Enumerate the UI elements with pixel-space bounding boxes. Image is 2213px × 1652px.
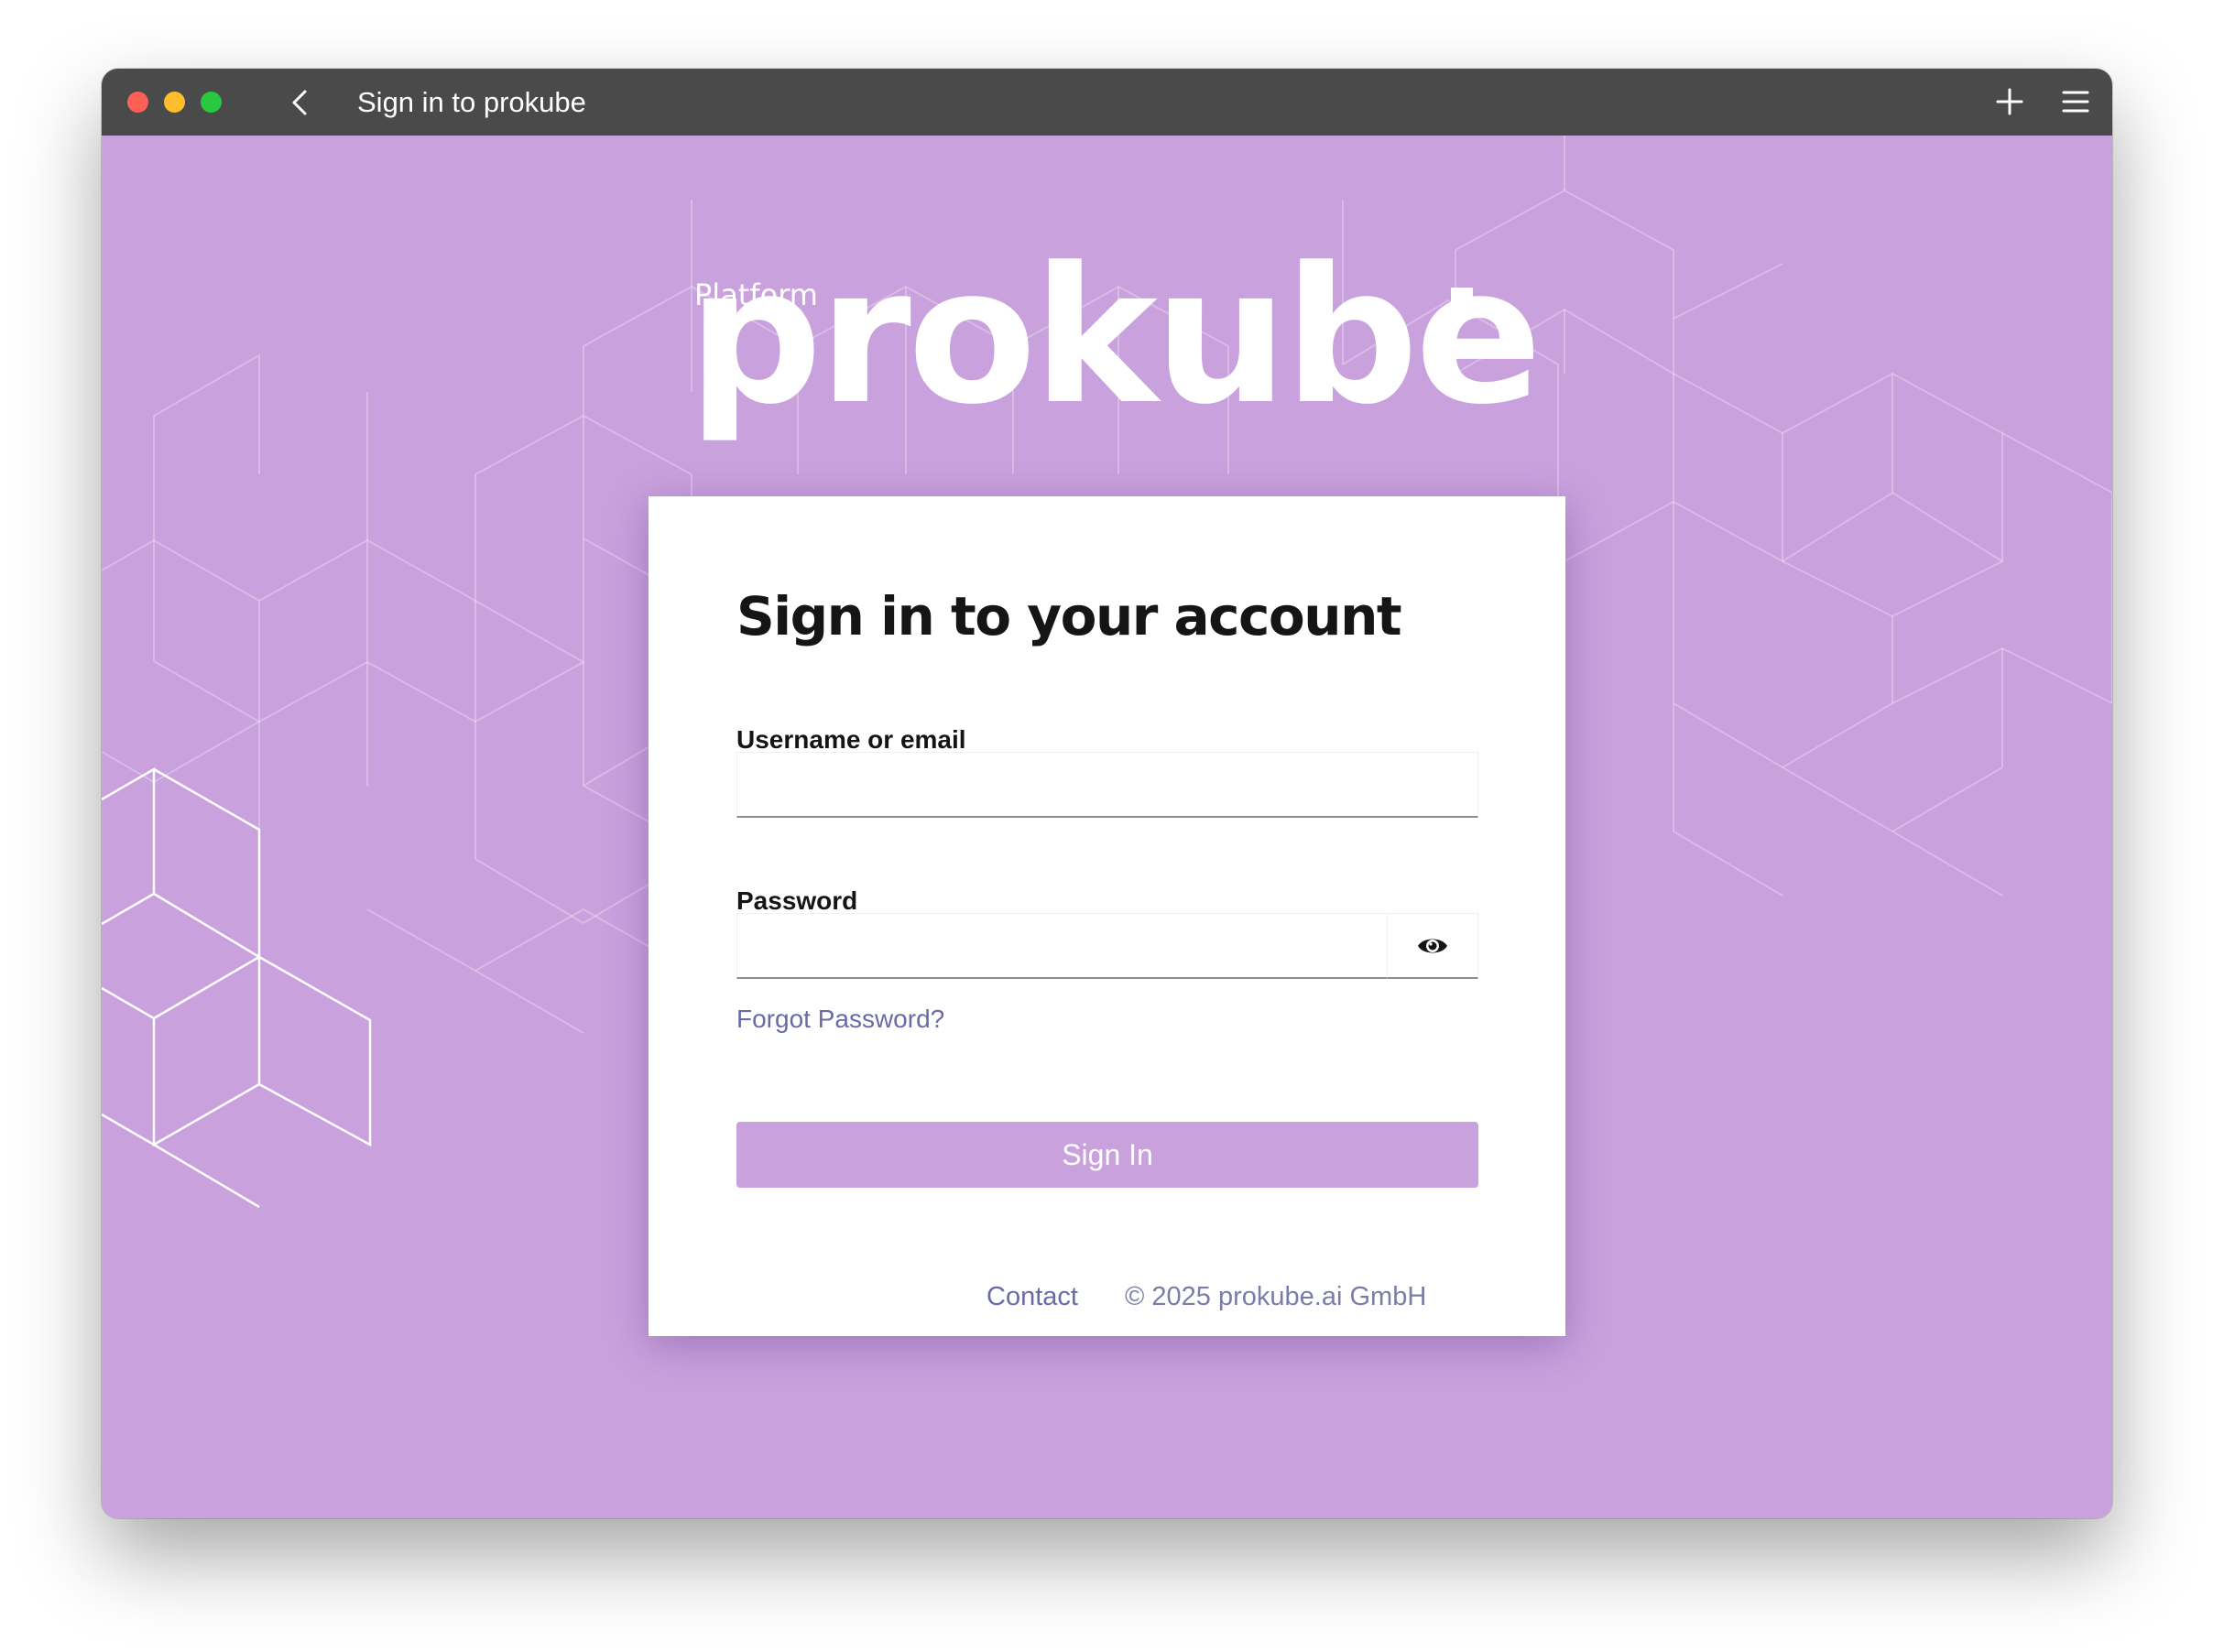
plus-icon[interactable] <box>1993 85 2026 118</box>
username-label: Username or email <box>736 725 966 754</box>
hamburger-icon[interactable] <box>2059 85 2092 118</box>
eye-icon <box>1418 939 1447 952</box>
page-content: Platform prokube Sign in to your account… <box>102 136 2112 1518</box>
username-input[interactable] <box>736 752 1478 818</box>
close-window-button[interactable] <box>127 92 148 113</box>
copyright-text: © 2025 prokube.ai GmbH <box>1125 1282 1427 1311</box>
password-input[interactable] <box>736 913 1388 979</box>
show-password-button[interactable] <box>1387 913 1478 979</box>
logo-wordmark: prokube <box>688 228 1543 446</box>
contact-link[interactable]: Contact <box>987 1282 1078 1312</box>
window-title: Sign in to prokube <box>357 86 586 118</box>
maximize-window-button[interactable] <box>201 92 222 113</box>
title-bar: Sign in to prokube <box>102 69 2112 136</box>
password-label: Password <box>736 886 858 915</box>
chevron-left-icon[interactable] <box>285 87 316 118</box>
page-title: Sign in to your account <box>736 585 1402 647</box>
browser-window: Sign in to prokube Platform prokube Sign… <box>102 69 2112 1518</box>
login-card: Sign in to your account Username or emai… <box>649 496 1565 1336</box>
sign-in-button[interactable]: Sign In <box>736 1122 1478 1188</box>
minimize-window-button[interactable] <box>164 92 185 113</box>
forgot-password-link[interactable]: Forgot Password? <box>736 1005 944 1034</box>
logo-dot <box>1451 288 1473 310</box>
